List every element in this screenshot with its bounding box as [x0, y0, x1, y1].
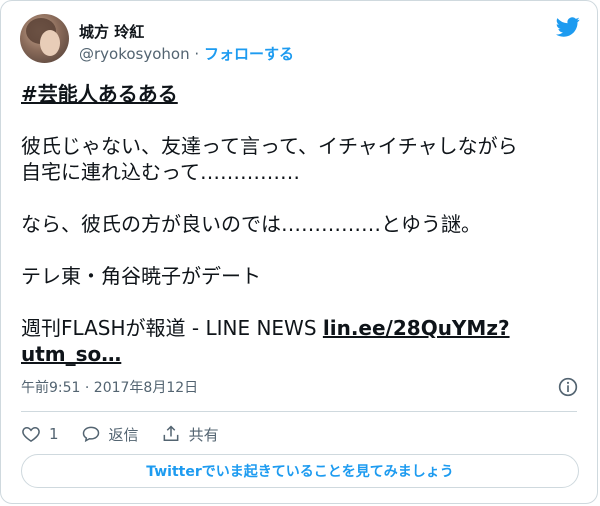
tweet-line-2: 自宅に連れ込むって…………… [21, 160, 300, 184]
author-handle[interactable]: @ryokosyohon [79, 45, 190, 63]
tweet-line-5-text: 週刊FLASHが報道 - LINE NEWS [21, 316, 323, 340]
tweet-url-link-continued[interactable]: utm_so… [21, 342, 121, 366]
hashtag-link[interactable]: #芸能人あるある [21, 82, 178, 106]
like-count: 1 [49, 425, 59, 443]
divider [21, 411, 577, 412]
like-button[interactable]: 1 [21, 424, 59, 444]
tweet-url-link[interactable]: lin.ee/28QuYMz? [323, 316, 510, 340]
reply-label: 返信 [108, 425, 139, 444]
share-label: 共有 [188, 425, 219, 444]
share-icon [163, 425, 178, 441]
reply-button[interactable]: 返信 [81, 424, 139, 445]
tweet-timestamp[interactable]: 午前9:51 · 2017年8月12日 [21, 377, 198, 397]
tweet-card: 城方 玲紅 @ryokosyohon · フォローする #芸能人あるある 彼氏じ… [0, 0, 598, 504]
share-button[interactable]: 共有 [161, 424, 219, 445]
reply-icon [82, 426, 99, 443]
info-icon[interactable] [558, 377, 578, 397]
tweet-line-4: テレ東・角谷暁子がデート [21, 264, 261, 288]
follow-button[interactable]: フォローする [204, 45, 294, 63]
heart-icon [22, 426, 40, 442]
tweet-line-1: 彼氏じゃない、友達って言って、イチャイチャしながら [21, 134, 518, 158]
see-whats-happening-button[interactable]: Twitterでいま起きていることを見てみましょう [21, 454, 579, 488]
avatar-face [40, 30, 60, 56]
author-name[interactable]: 城方 玲紅 [79, 21, 144, 42]
tweet-line-3: なら、彼氏の方が良いのでは……………とゆう謎。 [21, 212, 481, 236]
action-bar: 1 返信 共有 [21, 421, 241, 447]
tweet-body: #芸能人あるある 彼氏じゃない、友達って言って、イチャイチャしながら 自宅に連れ… [21, 81, 581, 367]
author-handle-row: @ryokosyohon · フォローする [79, 43, 294, 64]
tweet-line-5: 週刊FLASHが報道 - LINE NEWS lin.ee/28QuYMz? [21, 315, 581, 341]
twitter-bird-icon[interactable] [554, 15, 582, 39]
handle-separator: · [194, 45, 200, 63]
avatar[interactable] [20, 14, 69, 63]
